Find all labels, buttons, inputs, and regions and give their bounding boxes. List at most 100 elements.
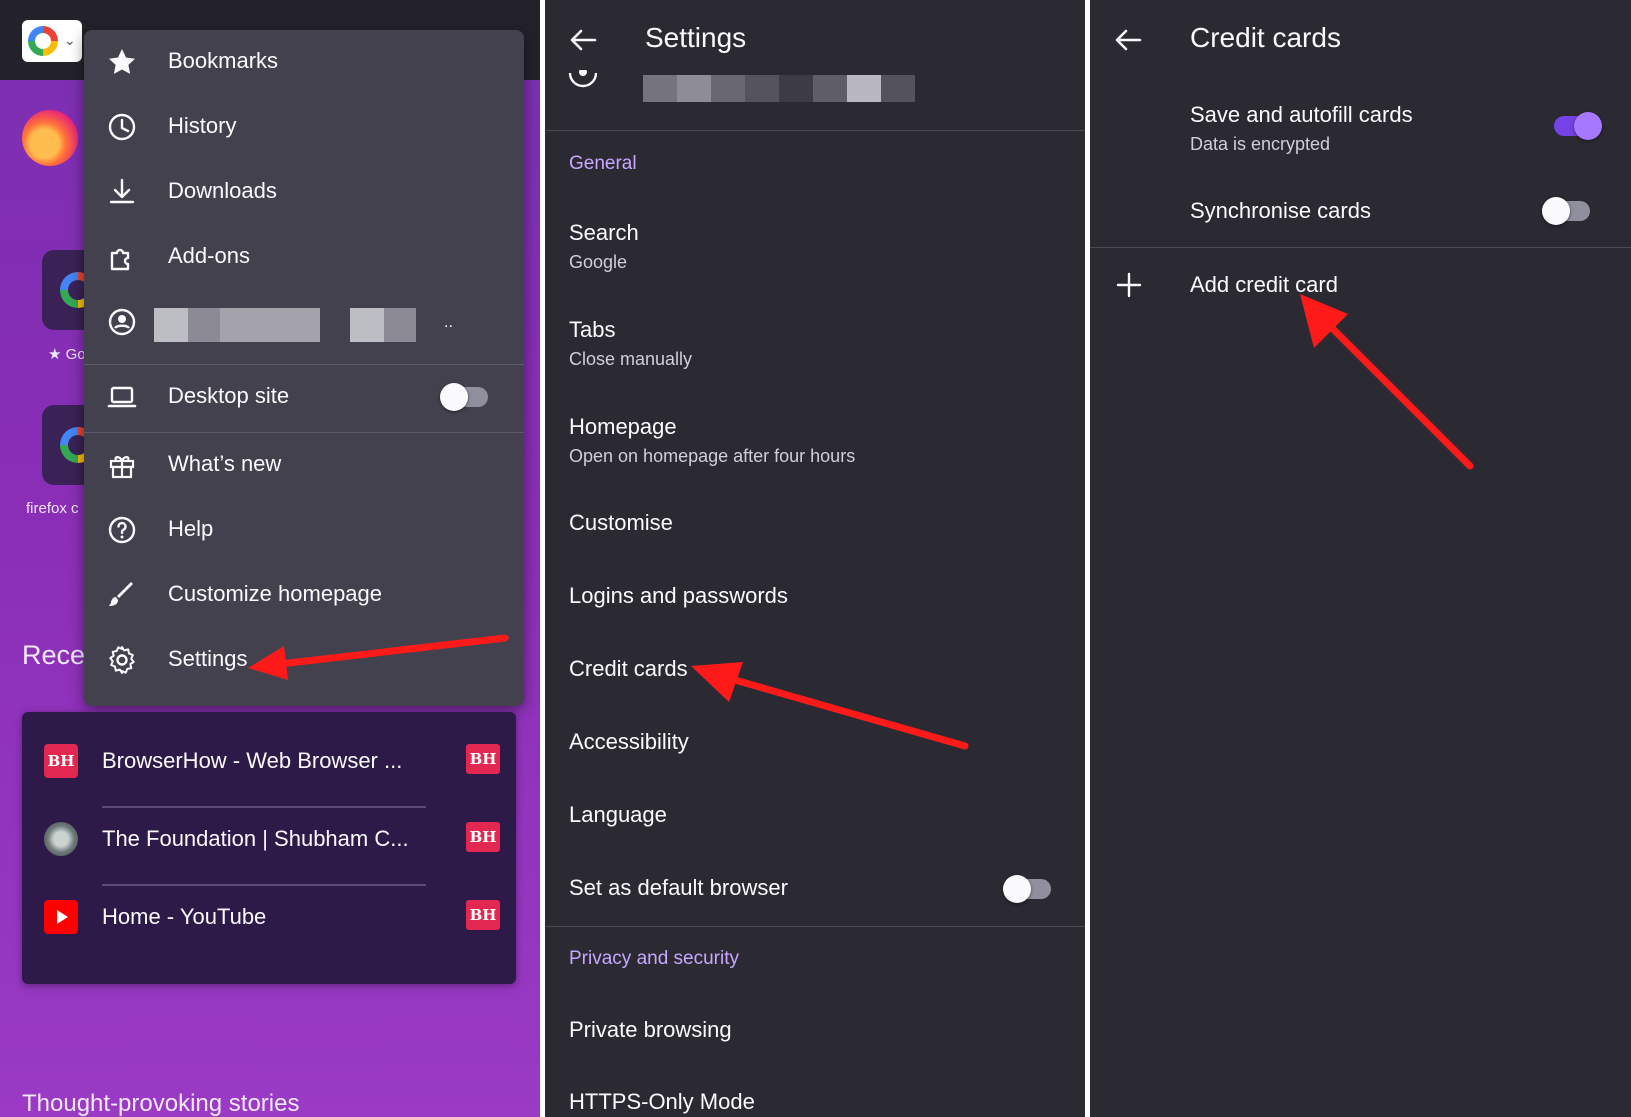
setting-title: Tabs bbox=[569, 317, 616, 342]
overflow-menu: Bookmarks History Downloads Add-ons .. D… bbox=[84, 30, 524, 706]
shortcut-label: firefox c bbox=[26, 500, 79, 517]
recent-tab-title: Home - YouTube bbox=[102, 904, 267, 929]
setting-default-browser[interactable]: Set as default browser bbox=[569, 875, 788, 901]
menu-item-account[interactable]: .. bbox=[84, 292, 524, 352]
menu-item-label: Customize homepage bbox=[168, 581, 383, 606]
add-credit-card-label: Add credit card bbox=[1190, 272, 1338, 297]
section-header-privacy: Privacy and security bbox=[569, 948, 740, 969]
redacted-block bbox=[745, 75, 779, 102]
redacted-block bbox=[188, 308, 220, 342]
menu-item-label: Add-ons bbox=[168, 243, 250, 268]
save-autofill-toggle[interactable] bbox=[1554, 112, 1602, 140]
back-arrow-icon[interactable] bbox=[1112, 24, 1144, 56]
page-title: Credit cards bbox=[1190, 22, 1341, 53]
menu-item-customize-homepage[interactable]: Customize homepage bbox=[84, 565, 524, 625]
setting-subtitle: Google bbox=[569, 252, 628, 272]
plus-icon bbox=[1116, 272, 1142, 298]
menu-item-history[interactable]: History bbox=[84, 97, 524, 157]
annotation-arrow bbox=[1300, 294, 1474, 470]
recent-tab-item[interactable]: BH BrowserHow - Web Browser ... BH bbox=[22, 724, 516, 802]
back-arrow-icon[interactable] bbox=[567, 24, 599, 56]
star-icon bbox=[109, 49, 135, 74]
section-header-general: General bbox=[569, 153, 637, 174]
menu-item-bookmarks[interactable]: Bookmarks bbox=[84, 32, 524, 92]
recent-tab-title: The Foundation | Shubham C... bbox=[102, 826, 409, 851]
divider bbox=[1090, 247, 1631, 248]
default-browser-toggle[interactable] bbox=[1003, 875, 1051, 903]
youtube-favicon bbox=[44, 900, 78, 934]
site-favicon bbox=[44, 822, 78, 856]
recent-tabs-card: BH BrowserHow - Web Browser ... BH The F… bbox=[22, 712, 516, 984]
setting-title: Customise bbox=[569, 510, 673, 535]
setting-accessibility[interactable]: Accessibility bbox=[569, 729, 689, 755]
browserhow-favicon: BH bbox=[44, 744, 78, 778]
setting-title: Homepage bbox=[569, 414, 677, 439]
menu-item-help[interactable]: Help bbox=[84, 500, 524, 560]
setting-subtitle: Data is encrypted bbox=[1190, 134, 1331, 154]
menu-item-label: Downloads bbox=[168, 178, 277, 203]
setting-title: HTTPS-Only Mode bbox=[569, 1089, 755, 1114]
credit-cards-panel: Credit cards Save and autofill cards Dat… bbox=[1090, 0, 1631, 1117]
menu-item-settings[interactable]: Settings bbox=[84, 630, 524, 690]
setting-save-autofill[interactable]: Save and autofill cards Data is encrypte… bbox=[1190, 102, 1413, 155]
tab-badge: BH bbox=[466, 822, 500, 852]
google-logo-icon bbox=[28, 26, 58, 56]
setting-credit-cards[interactable]: Credit cards bbox=[569, 656, 688, 682]
clock-icon bbox=[108, 113, 136, 141]
redacted-block bbox=[813, 75, 847, 102]
setting-title: Search bbox=[569, 220, 639, 245]
redacted-block bbox=[779, 75, 813, 102]
setting-language[interactable]: Language bbox=[569, 802, 667, 828]
setting-title: Language bbox=[569, 802, 667, 827]
redacted-block bbox=[154, 308, 188, 342]
menu-item-label: History bbox=[168, 113, 237, 138]
shortcut-label: ★ Go bbox=[48, 346, 86, 363]
setting-title: Private browsing bbox=[569, 1017, 732, 1042]
setting-logins-passwords[interactable]: Logins and passwords bbox=[569, 583, 788, 609]
menu-item-label: Help bbox=[168, 516, 214, 541]
redacted-block bbox=[643, 75, 677, 102]
redacted-block bbox=[881, 75, 915, 102]
setting-sync-cards[interactable]: Synchronise cards bbox=[1190, 198, 1371, 224]
setting-title: Synchronise cards bbox=[1190, 198, 1371, 223]
menu-item-desktop-site[interactable]: Desktop site bbox=[84, 367, 524, 427]
menu-item-downloads[interactable]: Downloads bbox=[84, 162, 524, 222]
setting-title: Accessibility bbox=[569, 729, 689, 754]
divider bbox=[545, 130, 1085, 131]
setting-homepage[interactable]: Homepage Open on homepage after four hou… bbox=[569, 414, 855, 467]
menu-item-label: What’s new bbox=[168, 451, 282, 476]
setting-subtitle: Open on homepage after four hours bbox=[569, 446, 856, 466]
setting-customise[interactable]: Customise bbox=[569, 510, 673, 536]
chevron-down-icon: ⌄ bbox=[64, 32, 76, 48]
setting-private-browsing[interactable]: Private browsing bbox=[569, 1017, 732, 1043]
redacted-block bbox=[677, 75, 711, 102]
setting-title: Logins and passwords bbox=[569, 583, 788, 608]
laptop-icon bbox=[107, 386, 137, 408]
setting-subtitle: Close manually bbox=[569, 349, 693, 369]
setting-search[interactable]: Search Google bbox=[569, 220, 639, 273]
add-credit-card-button[interactable]: Add credit card bbox=[1090, 258, 1631, 314]
tab-badge: BH bbox=[466, 744, 500, 774]
account-ellipsis: .. bbox=[444, 314, 453, 331]
recent-tab-item[interactable]: Home - YouTube BH bbox=[22, 880, 516, 958]
gear-icon bbox=[109, 646, 135, 674]
setting-tabs[interactable]: Tabs Close manually bbox=[569, 317, 692, 370]
desktop-site-toggle[interactable] bbox=[440, 383, 488, 411]
menu-item-whats-new[interactable]: What’s new bbox=[84, 435, 524, 495]
search-engine-chip[interactable]: ⌄ bbox=[22, 20, 82, 62]
setting-https-only[interactable]: HTTPS-Only Mode bbox=[569, 1089, 755, 1115]
stories-heading: Thought-provoking stories bbox=[22, 1090, 300, 1117]
menu-divider bbox=[84, 432, 524, 433]
redacted-block bbox=[350, 308, 384, 342]
annotation-arrow bbox=[691, 662, 969, 750]
tab-badge: BH bbox=[466, 900, 500, 930]
redacted-block bbox=[847, 75, 881, 102]
recent-tab-item[interactable]: The Foundation | Shubham C... BH bbox=[22, 802, 516, 880]
recent-tab-title: BrowserHow - Web Browser ... bbox=[102, 748, 403, 773]
recent-heading: Rece bbox=[22, 640, 86, 670]
menu-item-label: Settings bbox=[168, 646, 248, 671]
sync-cards-toggle[interactable] bbox=[1542, 197, 1590, 225]
settings-panel: Settings General Search Google Tabs Clos… bbox=[545, 0, 1085, 1117]
menu-item-label: Desktop site bbox=[168, 383, 290, 408]
menu-item-addons[interactable]: Add-ons bbox=[84, 227, 524, 287]
